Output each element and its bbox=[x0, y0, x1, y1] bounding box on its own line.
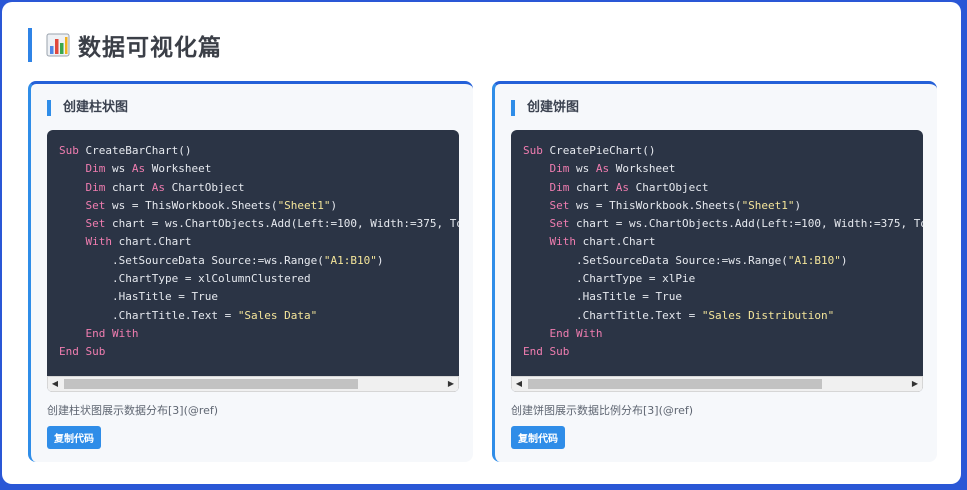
page-header: 数据可视化篇 bbox=[28, 28, 222, 62]
code-block[interactable]: Sub CreateBarChart() Dim ws As Worksheet… bbox=[47, 130, 459, 392]
page-frame: 数据可视化篇 创建柱状图 Sub CreateBarChart() Dim ws… bbox=[2, 2, 961, 484]
code-block[interactable]: Sub CreatePieChart() Dim ws As Worksheet… bbox=[511, 130, 923, 392]
code-token: "Sales Distribution" bbox=[701, 308, 835, 322]
code-token: ) bbox=[840, 253, 848, 267]
card-title: 创建柱状图 bbox=[47, 100, 128, 116]
code-token: Set bbox=[59, 198, 112, 212]
code-token: Dim bbox=[59, 162, 112, 176]
code-token: End With bbox=[523, 326, 603, 340]
code-token: Dim bbox=[523, 180, 576, 194]
code-token: chart = ws.ChartObjects.Add(Left:=100, W… bbox=[575, 217, 923, 231]
scroll-right-arrow-icon[interactable]: ▶ bbox=[908, 377, 922, 391]
code-token: "A1:B10" bbox=[323, 253, 377, 267]
code-caption: 创建柱状图展示数据分布[3](@ref) bbox=[47, 404, 219, 417]
code-token: chart bbox=[575, 180, 616, 194]
scroll-right-arrow-icon[interactable]: ▶ bbox=[444, 377, 458, 391]
code-token: With bbox=[59, 235, 119, 249]
code-token: .HasTitle = True bbox=[59, 290, 218, 304]
code-token: Sub bbox=[59, 144, 86, 157]
code-token: ChartObject bbox=[635, 180, 709, 194]
scroll-thumb[interactable] bbox=[528, 379, 822, 389]
code-text[interactable]: Sub CreatePieChart() Dim ws As Worksheet… bbox=[523, 142, 923, 362]
code-token: As bbox=[595, 162, 616, 176]
code-token: As bbox=[615, 180, 636, 194]
code-token: .HasTitle = True bbox=[523, 290, 682, 304]
code-token: Set bbox=[59, 217, 112, 231]
bar-chart-icon bbox=[46, 33, 70, 57]
code-token: chart.Chart bbox=[582, 235, 656, 249]
code-token: With bbox=[523, 235, 583, 249]
code-token: Dim bbox=[59, 180, 112, 194]
code-token: "Sales Data" bbox=[237, 308, 318, 322]
code-token: chart.Chart bbox=[118, 235, 192, 249]
code-token: Sub bbox=[523, 144, 550, 157]
scroll-left-arrow-icon[interactable]: ◀ bbox=[48, 377, 62, 391]
code-token: ws = ThisWorkbook.Sheets( bbox=[111, 198, 278, 212]
code-token: Set bbox=[523, 198, 576, 212]
code-token: Worksheet bbox=[151, 162, 212, 176]
code-text[interactable]: Sub CreateBarChart() Dim ws As Worksheet… bbox=[59, 142, 459, 362]
code-token: chart bbox=[111, 180, 152, 194]
code-token: Dim bbox=[523, 162, 576, 176]
horizontal-scrollbar[interactable]: ◀ ▶ bbox=[47, 376, 459, 392]
code-token: Set bbox=[523, 217, 576, 231]
horizontal-scrollbar[interactable]: ◀ ▶ bbox=[511, 376, 923, 392]
code-token: As bbox=[131, 162, 152, 176]
code-token: ) bbox=[794, 198, 802, 212]
card-bar-chart: 创建柱状图 Sub CreateBarChart() Dim ws As Wor… bbox=[28, 81, 473, 462]
page-title: 数据可视化篇 bbox=[78, 35, 222, 61]
code-token: "Sheet1" bbox=[741, 198, 795, 212]
code-token: Worksheet bbox=[615, 162, 676, 176]
code-token: "A1:B10" bbox=[787, 253, 841, 267]
code-token: ) bbox=[330, 198, 338, 212]
code-token: .SetSourceData Source:=ws.Range( bbox=[523, 253, 788, 267]
card-title: 创建饼图 bbox=[511, 100, 579, 116]
code-token: .ChartType = xlColumnClustered bbox=[59, 272, 311, 286]
code-token: End Sub bbox=[59, 345, 106, 359]
code-token: .ChartType = xlPie bbox=[523, 272, 696, 286]
scroll-thumb[interactable] bbox=[64, 379, 358, 389]
code-caption: 创建饼图展示数据比例分布[3](@ref) bbox=[511, 404, 694, 417]
code-token: .ChartTitle.Text = bbox=[523, 308, 702, 322]
copy-code-button[interactable]: 复制代码 bbox=[511, 426, 565, 449]
code-token: ) bbox=[376, 253, 384, 267]
code-token: CreatePieChart() bbox=[549, 144, 656, 157]
code-token: ws bbox=[111, 162, 132, 176]
code-token: ws = ThisWorkbook.Sheets( bbox=[575, 198, 742, 212]
code-token: ws bbox=[575, 162, 596, 176]
code-token: As bbox=[151, 180, 172, 194]
copy-code-button[interactable]: 复制代码 bbox=[47, 426, 101, 449]
code-token: "Sheet1" bbox=[277, 198, 331, 212]
code-token: End With bbox=[59, 326, 139, 340]
code-token: End Sub bbox=[523, 345, 570, 359]
code-token: .SetSourceData Source:=ws.Range( bbox=[59, 253, 324, 267]
code-token: CreateBarChart() bbox=[85, 144, 192, 157]
code-token: chart = ws.ChartObjects.Add(Left:=100, W… bbox=[111, 217, 459, 231]
card-pie-chart: 创建饼图 Sub CreatePieChart() Dim ws As Work… bbox=[492, 81, 937, 462]
scroll-left-arrow-icon[interactable]: ◀ bbox=[512, 377, 526, 391]
code-token: .ChartTitle.Text = bbox=[59, 308, 238, 322]
code-token: ChartObject bbox=[171, 180, 245, 194]
